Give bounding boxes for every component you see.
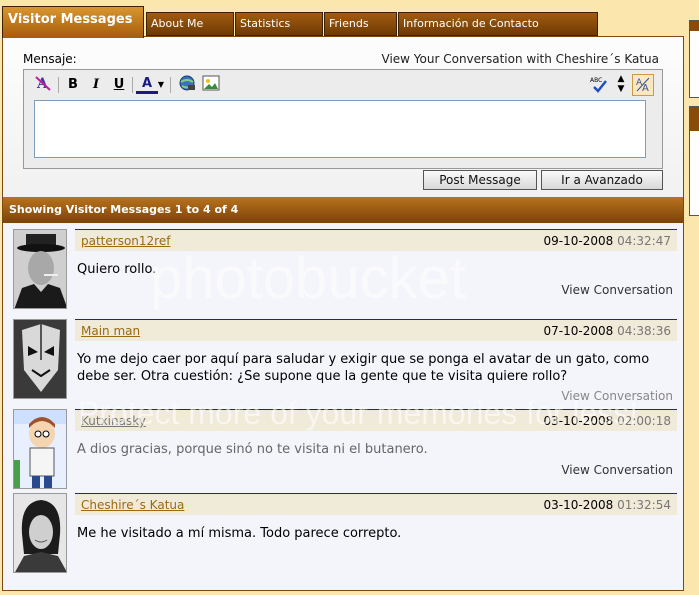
message-textarea[interactable] (34, 100, 646, 158)
svg-text:ABC: ABC (590, 77, 602, 84)
avatar[interactable] (13, 319, 67, 399)
view-conversation-link[interactable]: View Conversation (561, 283, 673, 297)
time-value: 04:38:36 (617, 324, 671, 338)
insert-image-icon[interactable] (200, 74, 222, 96)
side-panel-bottom (689, 106, 699, 216)
view-conversation-link[interactable]: View Conversation (561, 389, 673, 403)
date-value: 07-10-2008 (543, 324, 614, 338)
message-header: Cheshire´s Katua 03-10-2008 01:32:54 (75, 493, 677, 515)
advanced-button[interactable]: Ir a Avanzado (541, 170, 663, 190)
switch-editor-mode-icon[interactable]: AA (632, 74, 654, 96)
editor-toolbar: A B I U A ▼ ABC ▲▼ (30, 74, 656, 96)
message-text: Quiero rollo. (77, 262, 157, 277)
username-link[interactable]: Cheshire´s Katua (81, 498, 184, 512)
avatar[interactable] (13, 493, 67, 573)
side-panel-top (689, 20, 699, 98)
message-date: 03-10-2008 01:32:54 (544, 498, 671, 512)
message-text: Yo me dejo caer por aquí para saludar y … (77, 352, 650, 384)
date-value: 09-10-2008 (543, 234, 614, 248)
message-label: Mensaje: (23, 52, 77, 66)
list-item: patterson12ref 09-10-2008 04:32:47 Quier… (3, 229, 683, 315)
underline-button[interactable]: U (108, 74, 130, 96)
tab-contact-info[interactable]: Información de Contacto (398, 12, 598, 36)
tab-statistics[interactable]: Statistics (235, 12, 323, 36)
message-header: patterson12ref 09-10-2008 04:32:47 (75, 229, 677, 251)
resize-editor-icon[interactable]: ▲ ▼ (610, 74, 632, 96)
username-link[interactable]: Main man (81, 324, 140, 338)
toolbar-separator (170, 77, 171, 93)
time-value: 02:00:18 (617, 414, 671, 428)
message-date: 09-10-2008 04:32:47 (544, 234, 671, 248)
list-item: Cheshire´s Katua 03-10-2008 01:32:54 Me … (3, 493, 683, 583)
view-conversation-link[interactable]: View Conversation (561, 463, 673, 477)
view-your-conversation-link[interactable]: View Your Conversation with Cheshire´s K… (382, 52, 660, 66)
remove-format-icon[interactable]: A (32, 74, 54, 96)
time-value: 04:32:47 (617, 234, 671, 248)
message-editor-area: Mensaje: View Your Conversation with Che… (3, 37, 683, 197)
italic-button[interactable]: I (85, 74, 107, 96)
bold-button[interactable]: B (62, 74, 84, 96)
message-date: 03-10-2008 02:00:18 (544, 414, 671, 428)
side-panel-header (690, 21, 699, 31)
editor-box: A B I U A ▼ ABC ▲▼ (23, 69, 663, 169)
message-date: 07-10-2008 04:38:36 (544, 324, 671, 338)
toolbar-separator (132, 77, 133, 93)
messages-list-header: Showing Visitor Messages 1 to 4 of 4 (3, 197, 683, 223)
message-text: A dios gracias, porque sinó no te visita… (77, 442, 428, 457)
avatar[interactable] (13, 229, 67, 309)
visitor-messages-panel: Mensaje: View Your Conversation with Che… (2, 36, 684, 591)
message-header: Main man 07-10-2008 04:38:36 (75, 319, 677, 341)
toolbar-separator (58, 77, 59, 93)
font-color-button[interactable]: A (136, 74, 158, 94)
chevron-down-icon[interactable]: ▼ (156, 74, 166, 96)
side-panel-header (690, 107, 699, 131)
avatar[interactable] (13, 409, 67, 489)
date-value: 03-10-2008 (543, 498, 614, 512)
post-message-button[interactable]: Post Message (423, 170, 537, 190)
message-text: Me he visitado a mí misma. Todo parece c… (77, 526, 402, 541)
insert-link-icon[interactable] (176, 74, 198, 96)
time-value: 01:32:54 (617, 498, 671, 512)
tab-visitor-messages[interactable]: Visitor Messages (2, 6, 144, 38)
tab-about-me[interactable]: About Me (146, 12, 234, 36)
list-item: Main man 07-10-2008 04:38:36 Yo me dejo … (3, 319, 683, 407)
tab-friends[interactable]: Friends (324, 12, 397, 36)
list-item: Kutxinasky 03-10-2008 02:00:18 A dios gr… (3, 409, 683, 491)
spell-check-icon[interactable]: ABC (588, 74, 610, 96)
username-link[interactable]: patterson12ref (81, 234, 170, 248)
message-header: Kutxinasky 03-10-2008 02:00:18 (75, 409, 677, 431)
username-link[interactable]: Kutxinasky (81, 414, 146, 428)
date-value: 03-10-2008 (543, 414, 614, 428)
